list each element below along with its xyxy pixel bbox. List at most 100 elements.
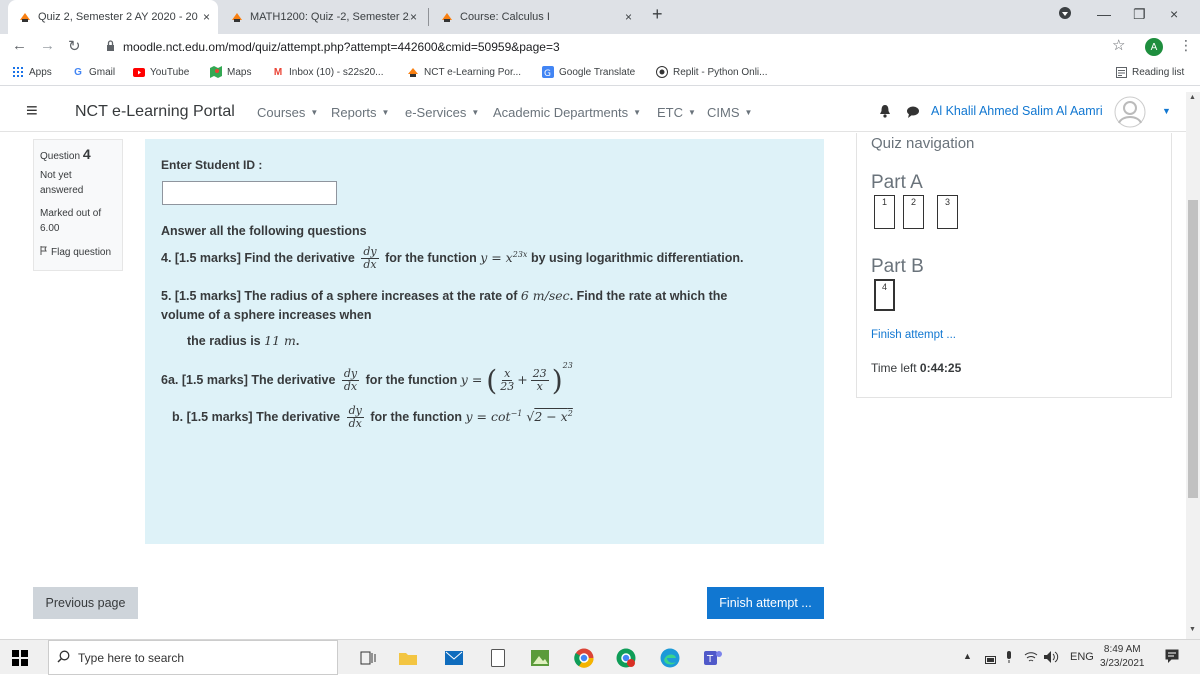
microphone-icon[interactable] (1005, 650, 1013, 668)
q6b-mid: for the function (370, 409, 463, 424)
q5-radius: 11 m (264, 333, 296, 348)
notepad-icon[interactable] (488, 648, 508, 668)
flag-question-link[interactable]: Flag question (40, 246, 116, 258)
finish-attempt-link[interactable]: Finish attempt ... (871, 329, 956, 341)
browser-menu-icon[interactable]: ⋮ (1179, 37, 1193, 54)
bookmark-maps[interactable]: Maps (210, 66, 251, 78)
question-info-panel: Question 4 Not yet answered Marked out o… (33, 139, 123, 271)
profile-avatar[interactable]: A (1145, 38, 1163, 56)
bookmark-label: NCT e-Learning Por... (424, 66, 522, 78)
caret-down-icon: ▼ (471, 108, 480, 117)
bookmark-label: Apps (29, 66, 52, 78)
bookmark-inbox[interactable]: M Inbox (10) - s22s20... (272, 66, 384, 78)
browser-tab-strip: Quiz 2, Semester 2 AY 2020 - 202 × MATH1… (0, 0, 1200, 34)
part-a-heading: Part A (871, 172, 923, 193)
reload-icon[interactable]: ↻ (68, 37, 81, 55)
bookmark-translate[interactable]: G Google Translate (542, 66, 635, 78)
timer: Time left 0:44:25 (871, 361, 961, 375)
tab-quiz[interactable]: Quiz 2, Semester 2 AY 2020 - 202 × (8, 0, 218, 34)
quiz-nav-question-2[interactable]: 2 (903, 195, 924, 229)
nav-label: CIMS (707, 105, 740, 120)
finish-attempt-button[interactable]: Finish attempt ... (707, 587, 824, 619)
question-4: 4. [1.5 marks] Find the derivative dy dx … (161, 246, 743, 271)
user-name[interactable]: Al Khalil Ahmed Salim Al Aamri (931, 104, 1103, 118)
back-icon[interactable]: ← (12, 37, 27, 54)
bookmark-star-icon[interactable]: ☆ (1112, 36, 1125, 54)
bell-icon[interactable] (879, 104, 891, 123)
file-explorer-icon[interactable] (398, 648, 418, 668)
tab-calculus[interactable]: Course: Calculus I × (430, 0, 640, 34)
previous-page-button[interactable]: Previous page (33, 587, 138, 619)
reading-list-button[interactable]: Reading list (1115, 66, 1184, 78)
tab-math1200[interactable]: MATH1200: Quiz -2, Semester 2, × (220, 0, 425, 34)
wifi-icon[interactable] (1024, 650, 1038, 668)
windows-start-icon[interactable] (10, 648, 30, 668)
question-6a: 6a. [1.5 marks] The derivative dy dx for … (161, 361, 573, 397)
battery-icon[interactable] (985, 651, 997, 669)
clock[interactable]: 8:49 AM 3/23/2021 (1100, 643, 1145, 671)
forward-icon[interactable]: → (40, 37, 55, 54)
bookmark-apps[interactable]: Apps (12, 66, 52, 78)
tab-label: Quiz 2, Semester 2 AY 2020 - 202 (38, 11, 198, 23)
scroll-down-arrow-icon[interactable]: ▼ (1189, 626, 1196, 633)
nav-reports[interactable]: Reports ▼ (331, 105, 389, 120)
notifications-icon[interactable] (1165, 649, 1179, 668)
google-icon: G (74, 66, 82, 78)
show-hidden-icons-icon[interactable]: ▲ (963, 651, 972, 661)
nav-academic-departments[interactable]: Academic Departments ▼ (493, 105, 641, 120)
language-indicator[interactable]: ENG (1070, 651, 1094, 663)
task-view-icon[interactable] (358, 648, 378, 668)
question-number: Question 4 (40, 146, 116, 162)
restore-icon[interactable]: ❐ (1133, 6, 1146, 23)
user-menu-caret-icon[interactable]: ▼ (1162, 106, 1171, 116)
caret-down-icon: ▼ (633, 108, 642, 117)
chrome-icon[interactable] (574, 648, 594, 668)
apps-grid-icon (12, 66, 24, 78)
nav-etc[interactable]: ETC ▼ (657, 105, 696, 120)
q6b-prefix: b. [1.5 marks] The derivative (172, 409, 341, 424)
nav-courses[interactable]: Courses ▼ (257, 105, 318, 120)
nav-cims[interactable]: CIMS ▼ (707, 105, 752, 120)
derivative-fraction: dy dx (361, 245, 379, 271)
chrome-profile-icon[interactable] (616, 648, 636, 668)
bookmark-nct[interactable]: NCT e-Learning Por... (407, 66, 521, 78)
nav-label: Reports (331, 105, 377, 120)
part-b-heading: Part B (871, 256, 924, 277)
scroll-up-arrow-icon[interactable]: ▲ (1189, 94, 1196, 101)
quiz-nav-question-3[interactable]: 3 (937, 195, 958, 229)
taskbar-search[interactable]: Type here to search (48, 640, 338, 675)
mail-icon[interactable] (444, 648, 464, 668)
instructions: Answer all the following questions (161, 224, 367, 238)
hamburger-menu-icon[interactable]: ≡ (26, 100, 38, 123)
new-tab-button[interactable]: + (652, 4, 663, 25)
reading-list-icon (1115, 66, 1127, 78)
minimize-icon[interactable]: — (1097, 6, 1111, 22)
q5-rate: 6 m/sec (520, 288, 570, 303)
bookmark-gmail[interactable]: G Gmail (72, 66, 115, 78)
close-tab-icon[interactable]: × (625, 10, 632, 24)
media-control-icon[interactable] (1058, 6, 1072, 23)
bookmark-youtube[interactable]: YouTube (133, 66, 189, 78)
scrollbar-thumb[interactable] (1188, 200, 1198, 498)
messages-icon[interactable] (906, 105, 920, 123)
flag-icon (40, 246, 47, 258)
edge-icon[interactable] (660, 648, 680, 668)
user-avatar[interactable] (1114, 96, 1146, 133)
close-window-icon[interactable]: × (1170, 6, 1178, 22)
quiz-navigation-panel: Quiz navigation Part A 1 2 3 Part B 4 Fi… (856, 133, 1172, 398)
caret-down-icon: ▼ (688, 108, 696, 117)
student-id-input[interactable] (162, 181, 337, 205)
quiz-nav-question-4[interactable]: 4 (874, 279, 895, 311)
windows-taskbar: Type here to search T ▲ ENG 8:49 AM 3/23… (0, 639, 1200, 675)
address-bar[interactable]: moodle.nct.edu.om/mod/quiz/attempt.php?a… (98, 36, 1100, 58)
nav-eservices[interactable]: e-Services ▼ (405, 105, 479, 120)
close-tab-icon[interactable]: × (203, 10, 210, 24)
volume-icon[interactable] (1044, 650, 1060, 668)
photos-icon[interactable] (530, 648, 550, 668)
quiz-nav-question-1[interactable]: 1 (874, 195, 895, 229)
q5-text-end: . Find the rate at which the (569, 289, 728, 303)
bookmark-replit[interactable]: Replit - Python Onli... (656, 66, 767, 78)
teams-icon[interactable]: T (702, 648, 722, 668)
site-title[interactable]: NCT e-Learning Portal (75, 103, 235, 121)
close-tab-icon[interactable]: × (410, 10, 417, 24)
